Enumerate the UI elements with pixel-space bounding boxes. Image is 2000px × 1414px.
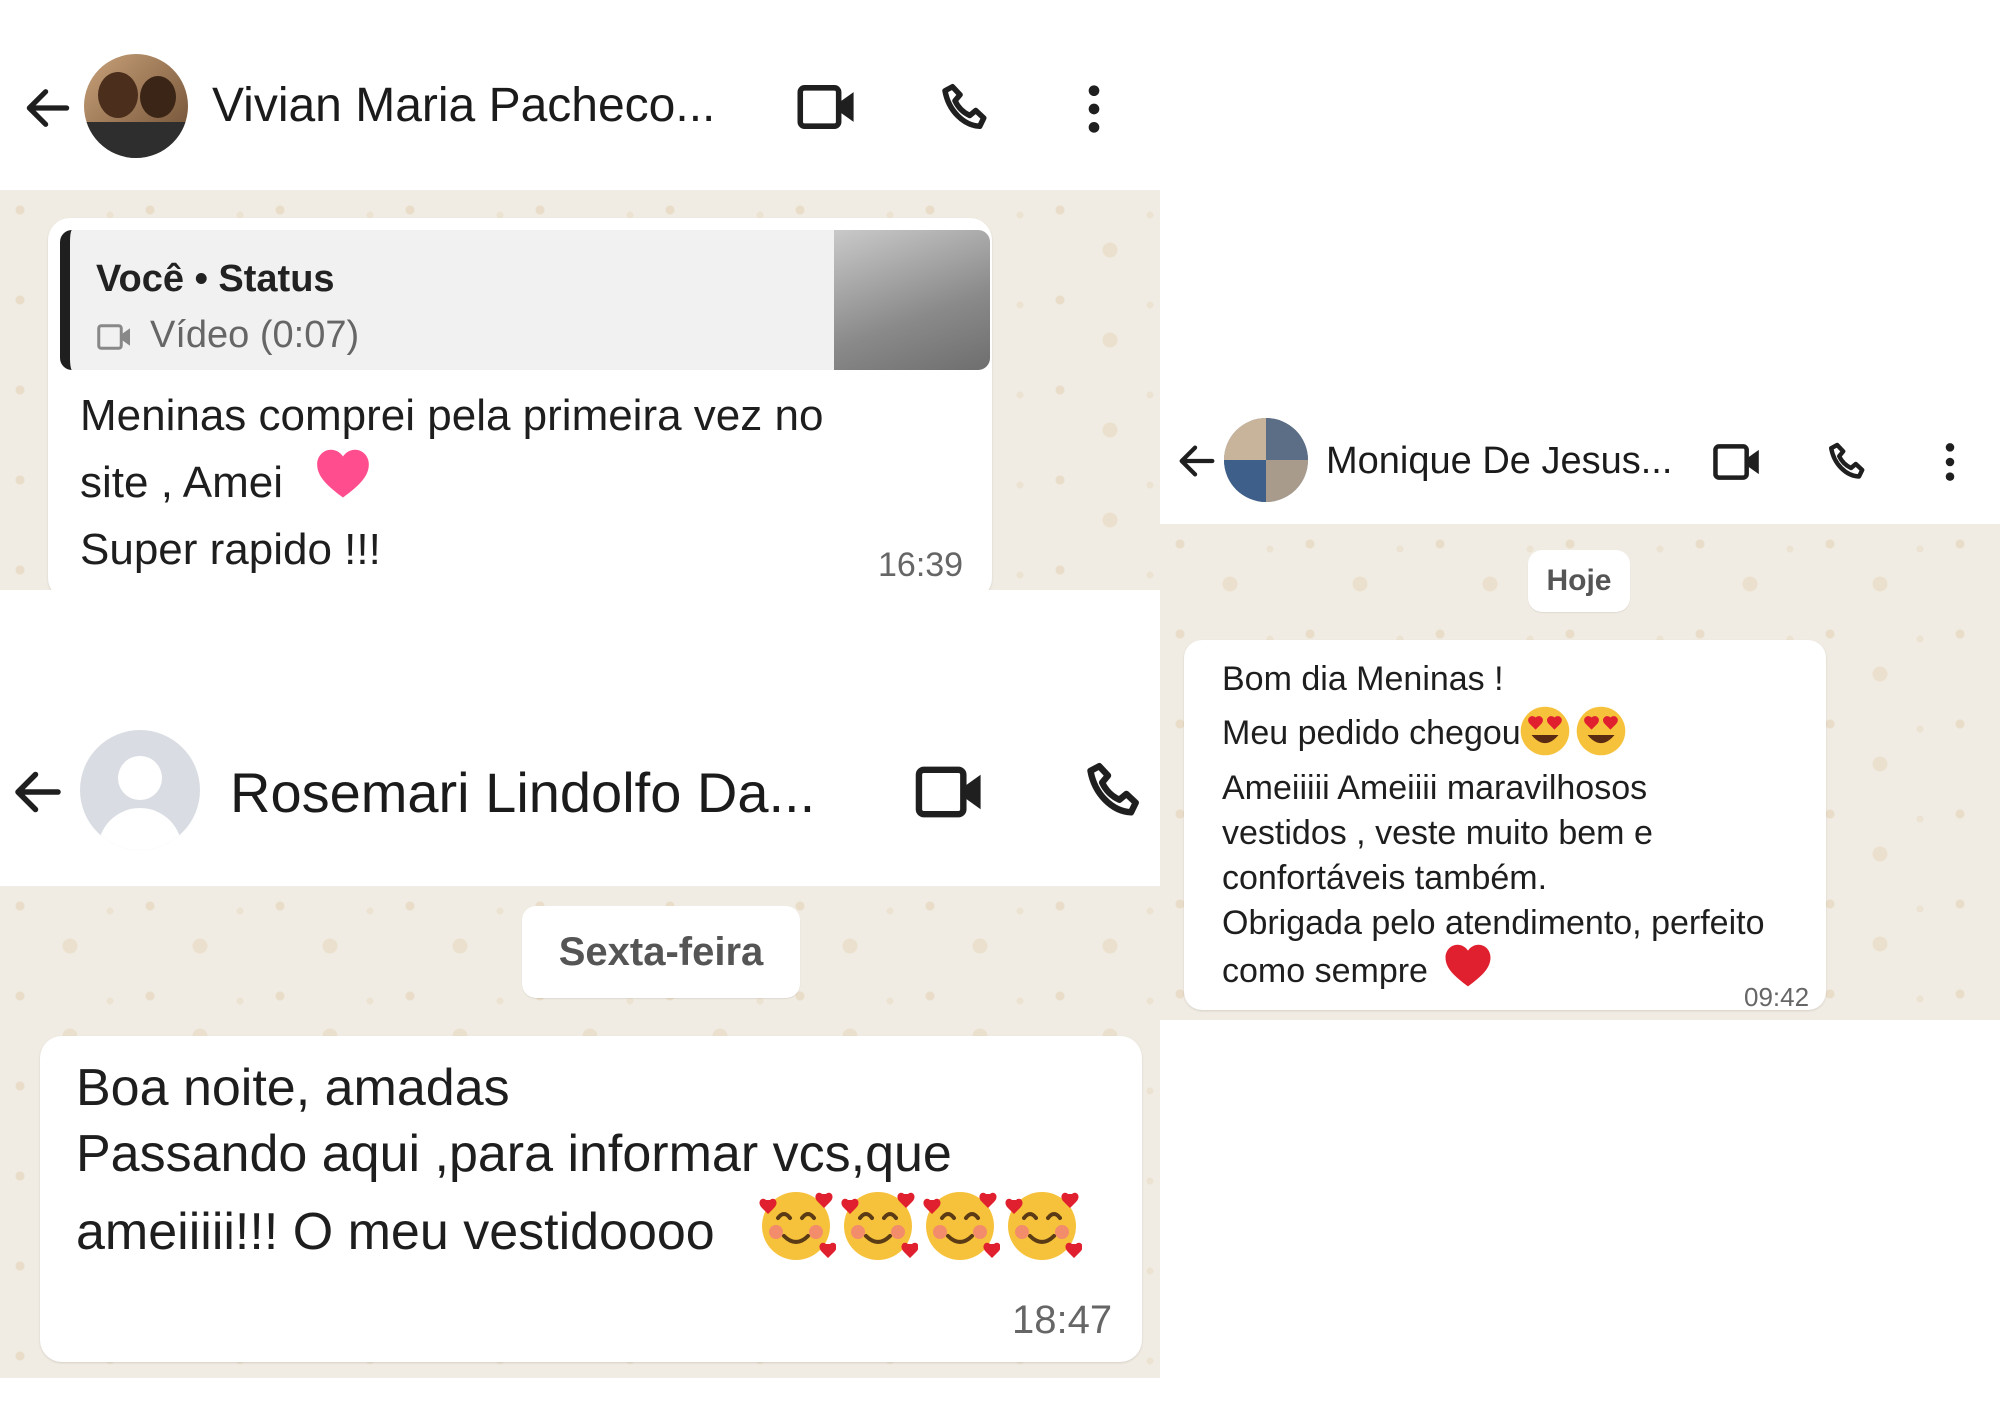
contact-name[interactable]: Vivian Maria Pacheco... (212, 78, 715, 133)
chat-header: Vivian Maria Pacheco... (0, 0, 1160, 190)
back-arrow-icon[interactable] (20, 80, 76, 136)
smiling-face-with-hearts-icon (920, 1184, 1000, 1264)
chat-panel-rosemari: Rosemari Lindolfo Da... Sexta-feira Boa … (0, 700, 1160, 1378)
message-line: ameiiiii!!! O meu vestidoooo (76, 1203, 715, 1261)
day-separator: Hoje (1528, 550, 1630, 612)
voice-call-icon[interactable] (1824, 438, 1872, 486)
chat-panel-vivian: Vivian Maria Pacheco... Você • Status Ví… (0, 0, 1160, 590)
message-line: Bom dia Meninas ! (1222, 660, 1504, 698)
smiling-face-with-hearts-icon (756, 1184, 836, 1264)
video-call-icon[interactable] (1712, 440, 1764, 484)
back-arrow-icon[interactable] (8, 762, 68, 822)
message-bubble[interactable]: Bom dia Meninas ! Meu pedido chegou Amei… (1184, 640, 1826, 1012)
message-text: Meninas comprei pela primeira vez no sit… (80, 391, 824, 574)
message-text: Ameiiiii Ameiiii maravilhosos vestidos ,… (1222, 769, 1765, 942)
message-line: Boa noite, amadas (76, 1059, 510, 1117)
message-bubble[interactable]: Você • Status Vídeo (0:07) Meninas compr… (48, 218, 992, 590)
chat-header: Monique De Jesus... (1160, 400, 2000, 524)
video-icon (97, 324, 130, 350)
message-bubble[interactable]: Boa noite, amadas Passando aqui ,para in… (40, 1036, 1142, 1362)
contact-name[interactable]: Rosemari Lindolfo Da... (230, 760, 815, 825)
heart-emoji-icon (310, 442, 376, 504)
reply-title: Você • Status (96, 258, 335, 300)
heart-eyes-emoji-icon (1518, 704, 1572, 758)
avatar[interactable] (80, 730, 200, 850)
message-line: Meu pedido chegou (1222, 714, 1521, 752)
voice-call-icon[interactable] (936, 78, 996, 138)
message-line: Passando aqui ,para informar vcs,que (76, 1125, 952, 1183)
avatar[interactable] (84, 54, 188, 158)
reply-media-label: Vídeo (0:07) (150, 314, 360, 356)
avatar[interactable] (1224, 418, 1308, 502)
smiling-face-with-hearts-icon (1002, 1184, 1082, 1264)
more-options-icon[interactable] (1084, 84, 1104, 134)
day-separator: Sexta-feira (522, 906, 800, 998)
message-time: 09:42 (1744, 982, 1810, 1012)
heart-emoji-icon (1440, 938, 1496, 992)
more-options-icon[interactable] (1942, 442, 1958, 482)
quoted-status-reply[interactable]: Você • Status Vídeo (0:07) (60, 230, 990, 370)
back-arrow-icon[interactable] (1174, 438, 1220, 484)
video-call-icon[interactable] (796, 80, 860, 134)
chat-header: Rosemari Lindolfo Da... (0, 700, 1160, 886)
contact-name[interactable]: Monique De Jesus... (1326, 440, 1672, 483)
video-call-icon[interactable] (914, 760, 988, 824)
message-time: 18:47 (1012, 1298, 1113, 1342)
smiling-face-with-hearts-icon (838, 1184, 918, 1264)
status-video-thumbnail[interactable] (834, 230, 990, 370)
message-line: como sempre (1222, 952, 1428, 990)
message-time: 16:39 (878, 546, 964, 584)
chat-panel-monique: Monique De Jesus... Hoje Bom dia Meninas… (1160, 400, 2000, 1020)
heart-eyes-emoji-icon (1574, 704, 1628, 758)
voice-call-icon[interactable] (1080, 756, 1150, 826)
